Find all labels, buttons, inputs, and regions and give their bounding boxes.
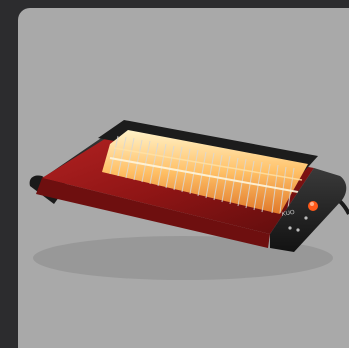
control-dot [304,216,308,220]
page: KUO [0,0,349,348]
toaster-heater-photo: KUO [29,120,349,280]
control-dot [296,228,300,232]
product-image-card: KUO [18,8,349,348]
control-dot [288,226,292,230]
